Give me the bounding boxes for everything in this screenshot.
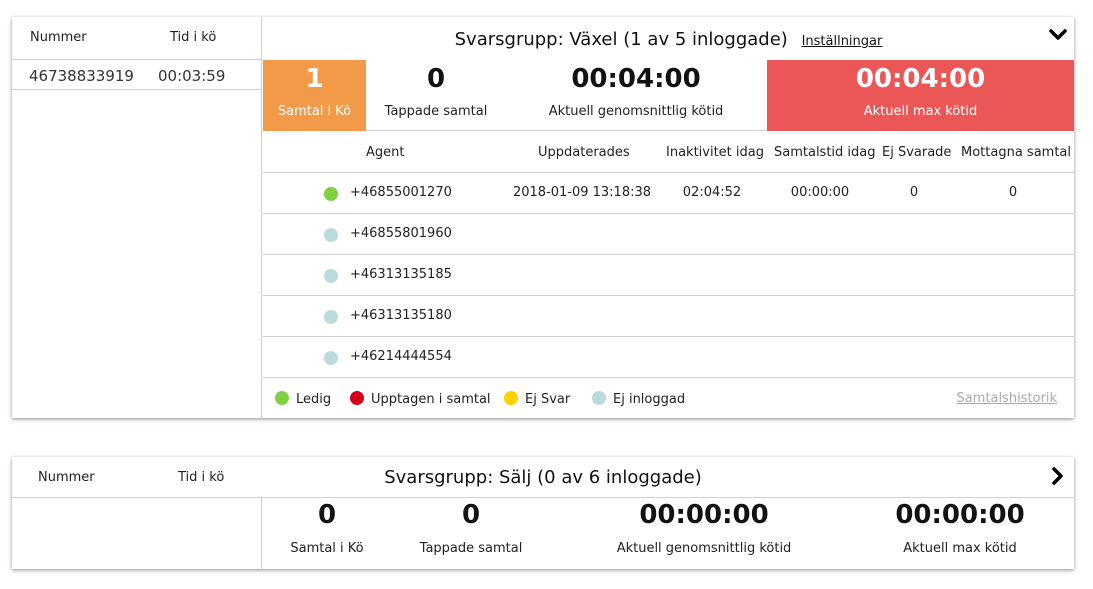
stat-label: Aktuell max kötid: [903, 541, 1017, 556]
stat-avg-queue-time: 00:04:00 Aktuell genomsnittlig kötid: [506, 60, 766, 131]
agent-received: 0: [1008, 185, 1018, 200]
legend-label: Ej inloggad: [613, 392, 686, 407]
group-title: Svarsgrupp: Växel (1 av 5 inloggade): [454, 29, 788, 50]
legend-dot-icon: [275, 391, 289, 405]
agent-missed: 0: [909, 185, 919, 200]
stat-label: Tappade samtal: [384, 104, 488, 119]
stat-value: 0: [426, 64, 446, 94]
queue-wait-time: 00:03:59: [158, 67, 226, 85]
agent-talk-time: 00:00:00: [790, 185, 850, 200]
chevron-right-icon[interactable]: [1048, 466, 1068, 486]
stat-value: 00:04:00: [855, 64, 986, 94]
group-panel-salj: Nummer Tid i kö Svarsgrupp: Sälj (0 av 6…: [12, 457, 1074, 569]
stat-avg-queue-time: 00:00:00 Aktuell genomsnittlig kötid: [584, 498, 824, 569]
legend-item-busy: Upptagen i samtal: [350, 391, 491, 407]
group-title-row: Svarsgrupp: Växel (1 av 5 inloggade) Ins…: [263, 29, 1074, 50]
legend-dot-icon: [592, 391, 606, 405]
th-agent: Agent: [366, 145, 405, 160]
legend-item-logged-out: Ej inloggad: [592, 391, 685, 407]
stat-calls-in-queue: 0 Samtal i Kö: [263, 498, 391, 569]
group-title: Svarsgrupp: Sälj (0 av 6 inloggade): [384, 467, 702, 488]
stat-calls-in-queue: 1 Samtal i Kö: [263, 60, 366, 131]
th-inactivity: Inaktivitet idag: [666, 145, 764, 160]
status-dot-icon: [324, 351, 338, 365]
stat-label: Aktuell max kötid: [863, 104, 978, 119]
stat-value: 0: [461, 500, 481, 530]
legend-dot-icon: [504, 391, 518, 405]
th-talk-time: Samtalstid idag: [774, 145, 876, 160]
status-legend: Ledig Upptagen i samtal Ej Svar Ej inlog…: [263, 378, 1074, 418]
group-main: Svarsgrupp: Växel (1 av 5 inloggade) Ins…: [263, 17, 1074, 418]
status-dot-icon: [324, 310, 338, 324]
status-dot-icon: [324, 187, 338, 201]
agent-row[interactable]: +46313135180: [263, 296, 1074, 337]
group-panel-vaxel: Nummer Tid i kö 46738833919 00:03:59 Sva…: [12, 17, 1074, 418]
queue-caller-number: 46738833919: [29, 67, 134, 85]
legend-label: Ledig: [296, 392, 332, 407]
agent-number: +46214444554: [350, 349, 452, 364]
stat-value: 00:00:00: [639, 500, 769, 530]
agent-number: +46313135185: [350, 267, 452, 282]
legend-label: Upptagen i samtal: [371, 392, 491, 407]
legend-label: Ej Svar: [525, 392, 571, 407]
stat-label: Samtal i Kö: [290, 541, 364, 556]
stat-dropped-calls: 0 Tappade samtal: [401, 498, 541, 569]
agent-number: +46313135180: [350, 308, 452, 323]
legend-item-no-answer: Ej Svar: [504, 391, 570, 407]
agent-row[interactable]: +46855001270 2018-01-09 13:18:38 02:04:5…: [263, 173, 1074, 214]
stat-value: 0: [317, 500, 337, 530]
stat-max-queue-time: 00:04:00 Aktuell max kötid: [767, 60, 1074, 131]
agent-row[interactable]: +46214444554: [263, 337, 1074, 378]
stat-label: Aktuell genomsnittlig kötid: [548, 104, 724, 119]
agent-row[interactable]: +46313135185: [263, 255, 1074, 296]
th-updated: Uppdaterades: [538, 145, 630, 160]
status-dot-icon: [324, 228, 338, 242]
legend-dot-icon: [350, 391, 364, 405]
stat-label: Samtal i Kö: [277, 104, 352, 119]
agent-updated: 2018-01-09 13:18:38: [512, 185, 652, 200]
queue-list: Nummer Tid i kö 46738833919 00:03:59: [12, 17, 262, 418]
th-missed: Ej Svarade: [882, 145, 952, 160]
stat-max-queue-time: 00:00:00 Aktuell max kötid: [860, 498, 1060, 569]
chevron-down-icon[interactable]: [1048, 25, 1068, 45]
stats-bar: 1 Samtal i Kö 0 Tappade samtal 00:04:00 …: [263, 60, 1074, 131]
call-history-link[interactable]: Samtalshistorik: [957, 391, 1058, 406]
agent-table-header: Agent Uppdaterades Inaktivitet idag Samt…: [263, 132, 1074, 173]
th-received: Mottagna samtal: [961, 145, 1071, 160]
stat-label: Tappade samtal: [419, 541, 523, 556]
status-dot-icon: [324, 269, 338, 283]
agent-number: +46855801960: [350, 226, 452, 241]
stat-value: 1: [305, 64, 324, 94]
queue-col-time: Tid i kö: [170, 30, 217, 45]
stat-dropped-calls: 0 Tappade samtal: [366, 60, 506, 131]
agent-number: +46855001270: [350, 185, 452, 200]
stat-value: 00:04:00: [571, 64, 701, 94]
settings-link[interactable]: Inställningar: [802, 34, 883, 49]
queue-col-number: Nummer: [30, 30, 87, 45]
queue-row: 46738833919 00:03:59: [12, 59, 262, 90]
agent-inactivity: 02:04:52: [682, 185, 742, 200]
queue-list: [12, 497, 262, 569]
stat-value: 00:00:00: [895, 500, 1025, 530]
agent-row[interactable]: +46855801960: [263, 214, 1074, 255]
stat-label: Aktuell genomsnittlig kötid: [616, 541, 792, 556]
legend-item-available: Ledig: [275, 391, 331, 407]
